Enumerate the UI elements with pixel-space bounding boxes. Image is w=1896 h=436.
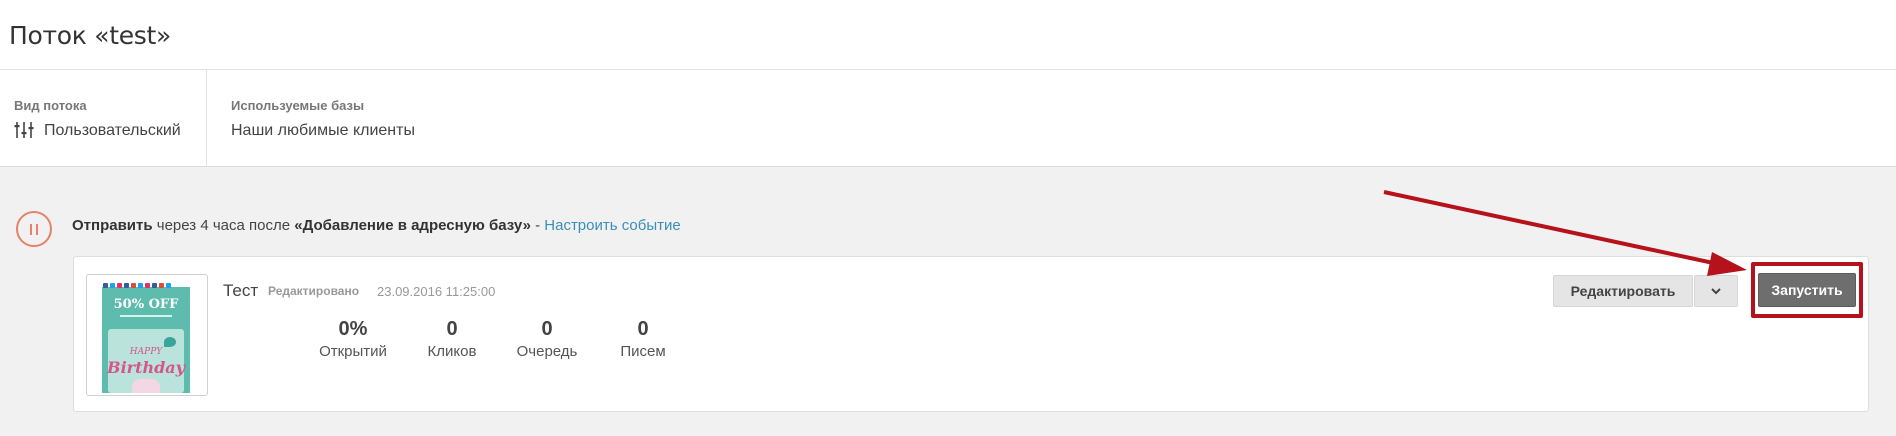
thumbnail-subline xyxy=(120,315,172,317)
stat-label: Очередь xyxy=(516,343,578,360)
more-actions-button[interactable] xyxy=(1694,275,1738,307)
stat-value: 0 xyxy=(446,318,458,340)
edit-button[interactable]: Редактировать xyxy=(1553,275,1693,307)
event-separator: - xyxy=(530,217,545,234)
stat-queue: 0 Очередь xyxy=(502,317,592,360)
page-title: Поток «test» xyxy=(9,21,172,50)
bird-icon xyxy=(164,337,176,347)
edited-date: 23.09.2016 11:25:00 xyxy=(377,284,496,299)
stat-emails: 0 Писем xyxy=(598,317,688,360)
event-delay: через 4 часа после xyxy=(152,217,295,234)
email-card: 50% OFF HAPPY Birthday Тест Редактирован… xyxy=(73,256,1869,412)
thumbnail-offer-text: 50% OFF xyxy=(113,297,179,312)
flow-type-section: Вид потока Пользовательский xyxy=(0,70,207,166)
event-description: Отправить через 4 часа после «Добавление… xyxy=(72,217,681,234)
bases-section: Используемые базы Наши любимые клиенты xyxy=(207,70,607,166)
email-thumbnail-image: 50% OFF HAPPY Birthday xyxy=(102,277,190,393)
flow-type-label: Вид потока xyxy=(14,98,87,113)
start-button[interactable]: Запустить xyxy=(1758,273,1856,307)
email-name[interactable]: Тест xyxy=(223,281,258,301)
flow-type-value: Пользовательский xyxy=(44,122,181,139)
stat-value: 0 xyxy=(637,318,649,340)
configure-event-link[interactable]: Настроить событие xyxy=(544,217,680,234)
stat-value: 0 xyxy=(541,318,553,340)
cake-icon xyxy=(132,379,160,393)
page-header: Поток «test» xyxy=(0,0,1896,70)
edited-label: Редактировано xyxy=(268,284,360,298)
stat-label: Писем xyxy=(620,343,666,360)
thumbnail-header-strip xyxy=(102,277,190,288)
bases-label: Используемые базы xyxy=(231,98,365,113)
chevron-down-icon xyxy=(1711,288,1721,295)
stat-label: Открытий xyxy=(319,343,387,360)
email-thumbnail[interactable]: 50% OFF HAPPY Birthday xyxy=(86,274,208,396)
pause-icon[interactable] xyxy=(16,211,52,247)
thumbnail-birthday-text: Birthday xyxy=(107,358,185,377)
event-action: Отправить xyxy=(72,217,153,234)
stat-value: 0% xyxy=(338,318,368,340)
stat-label: Кликов xyxy=(427,343,477,360)
stat-clicks: 0 Кликов xyxy=(407,317,497,360)
thumbnail-happy-text: HAPPY xyxy=(129,347,163,357)
stat-opens: 0% Открытий xyxy=(308,317,398,360)
bases-value: Наши любимые клиенты xyxy=(231,122,415,139)
flow-info-row: Вид потока Пользовательский Используемые… xyxy=(0,70,1896,167)
sliders-icon xyxy=(14,122,34,138)
event-trigger: «Добавление в адресную базу» xyxy=(294,217,531,234)
